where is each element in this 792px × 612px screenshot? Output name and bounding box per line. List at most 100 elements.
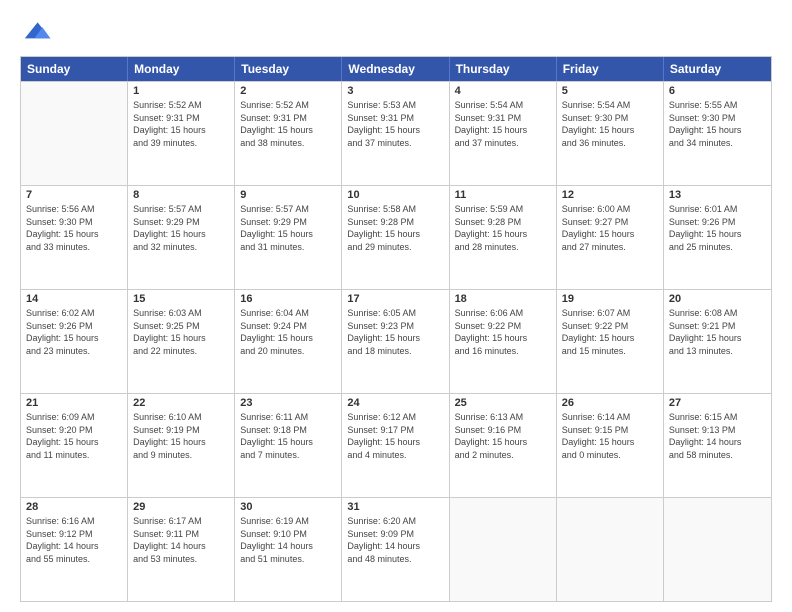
calendar-cell: 13Sunrise: 6:01 AM Sunset: 9:26 PM Dayli…: [664, 186, 771, 289]
calendar-week: 14 Sunrise: 6:02 AM Sunset: 9:26 PM Dayli…: [21, 289, 771, 393]
day-number: 2: [240, 85, 336, 97]
day-info: Sunrise: 6:02 AM Sunset: 9:26 PM Dayligh…: [26, 307, 122, 357]
day-info: Sunrise: 6:16 AM Sunset: 9:12 PM Dayligh…: [26, 515, 122, 565]
day-info: Sunrise: 6:04 AM Sunset: 9:24 PM Dayligh…: [240, 307, 336, 357]
day-number: 18: [455, 293, 551, 305]
day-info: Sunrise: 6:12 AM Sunset: 9:17 PM Dayligh…: [347, 411, 443, 461]
day-number: 25: [455, 397, 551, 409]
day-number: 15: [133, 293, 229, 305]
day-number: 29: [133, 501, 229, 513]
calendar-cell: 15Sunrise: 6:03 AM Sunset: 9:25 PM Dayli…: [128, 290, 235, 393]
calendar-cell: 19Sunrise: 6:07 AM Sunset: 9:22 PM Dayli…: [557, 290, 664, 393]
day-number: 27: [669, 397, 766, 409]
day-number: 11: [455, 189, 551, 201]
calendar-cell: [557, 498, 664, 601]
day-info: Sunrise: 6:00 AM Sunset: 9:27 PM Dayligh…: [562, 203, 658, 253]
day-info: Sunrise: 6:09 AM Sunset: 9:20 PM Dayligh…: [26, 411, 122, 461]
day-info: Sunrise: 6:06 AM Sunset: 9:22 PM Dayligh…: [455, 307, 551, 357]
day-info: Sunrise: 6:01 AM Sunset: 9:26 PM Dayligh…: [669, 203, 766, 253]
calendar-header-cell: Wednesday: [342, 57, 449, 81]
calendar-cell: 21 Sunrise: 6:09 AM Sunset: 9:20 PM Dayli…: [21, 394, 128, 497]
day-info: Sunrise: 6:05 AM Sunset: 9:23 PM Dayligh…: [347, 307, 443, 357]
calendar: SundayMondayTuesdayWednesdayThursdayFrid…: [20, 56, 772, 602]
day-number: 22: [133, 397, 229, 409]
day-number: 28: [26, 501, 122, 513]
day-info: Sunrise: 6:11 AM Sunset: 9:18 PM Dayligh…: [240, 411, 336, 461]
calendar-cell: 6 Sunrise: 5:55 AM Sunset: 9:30 PM Daylig…: [664, 82, 771, 185]
calendar-cell: 25 Sunrise: 6:13 AM Sunset: 9:16 PM Dayli…: [450, 394, 557, 497]
day-info: Sunrise: 6:13 AM Sunset: 9:16 PM Dayligh…: [455, 411, 551, 461]
calendar-cell: 14 Sunrise: 6:02 AM Sunset: 9:26 PM Dayli…: [21, 290, 128, 393]
calendar-cell: 28 Sunrise: 6:16 AM Sunset: 9:12 PM Dayli…: [21, 498, 128, 601]
day-info: Sunrise: 6:19 AM Sunset: 9:10 PM Dayligh…: [240, 515, 336, 565]
calendar-header-cell: Saturday: [664, 57, 771, 81]
day-info: Sunrise: 6:14 AM Sunset: 9:15 PM Dayligh…: [562, 411, 658, 461]
day-number: 3: [347, 85, 443, 97]
day-info: Sunrise: 5:54 AM Sunset: 9:31 PM Dayligh…: [455, 99, 551, 149]
day-number: 20: [669, 293, 766, 305]
calendar-cell: 31Sunrise: 6:20 AM Sunset: 9:09 PM Dayli…: [342, 498, 449, 601]
calendar-header-cell: Sunday: [21, 57, 128, 81]
day-info: Sunrise: 5:58 AM Sunset: 9:28 PM Dayligh…: [347, 203, 443, 253]
day-number: 12: [562, 189, 658, 201]
calendar-cell: [450, 498, 557, 601]
calendar-cell: 18 Sunrise: 6:06 AM Sunset: 9:22 PM Dayli…: [450, 290, 557, 393]
day-number: 6: [669, 85, 766, 97]
calendar-cell: 16 Sunrise: 6:04 AM Sunset: 9:24 PM Dayli…: [235, 290, 342, 393]
logo: [20, 16, 56, 48]
calendar-cell: [21, 82, 128, 185]
day-info: Sunrise: 5:56 AM Sunset: 9:30 PM Dayligh…: [26, 203, 122, 253]
calendar-header-cell: Monday: [128, 57, 235, 81]
day-number: 21: [26, 397, 122, 409]
calendar-cell: 12 Sunrise: 6:00 AM Sunset: 9:27 PM Dayli…: [557, 186, 664, 289]
calendar-cell: 26 Sunrise: 6:14 AM Sunset: 9:15 PM Dayli…: [557, 394, 664, 497]
day-number: 14: [26, 293, 122, 305]
calendar-cell: 7 Sunrise: 5:56 AM Sunset: 9:30 PM Daylig…: [21, 186, 128, 289]
day-info: Sunrise: 5:59 AM Sunset: 9:28 PM Dayligh…: [455, 203, 551, 253]
calendar-week: 28 Sunrise: 6:16 AM Sunset: 9:12 PM Dayli…: [21, 497, 771, 601]
day-info: Sunrise: 6:15 AM Sunset: 9:13 PM Dayligh…: [669, 411, 766, 461]
day-info: Sunrise: 6:07 AM Sunset: 9:22 PM Dayligh…: [562, 307, 658, 357]
day-number: 16: [240, 293, 336, 305]
calendar-week: 21 Sunrise: 6:09 AM Sunset: 9:20 PM Dayli…: [21, 393, 771, 497]
calendar-cell: [664, 498, 771, 601]
day-info: Sunrise: 5:55 AM Sunset: 9:30 PM Dayligh…: [669, 99, 766, 149]
calendar-cell: 20 Sunrise: 6:08 AM Sunset: 9:21 PM Dayli…: [664, 290, 771, 393]
day-number: 5: [562, 85, 658, 97]
day-number: 1: [133, 85, 229, 97]
day-number: 24: [347, 397, 443, 409]
day-number: 31: [347, 501, 443, 513]
calendar-header-cell: Tuesday: [235, 57, 342, 81]
calendar-week: 7 Sunrise: 5:56 AM Sunset: 9:30 PM Daylig…: [21, 185, 771, 289]
calendar-cell: 3 Sunrise: 5:53 AM Sunset: 9:31 PM Daylig…: [342, 82, 449, 185]
calendar-cell: 22 Sunrise: 6:10 AM Sunset: 9:19 PM Dayli…: [128, 394, 235, 497]
calendar-cell: 4 Sunrise: 5:54 AM Sunset: 9:31 PM Daylig…: [450, 82, 557, 185]
calendar-cell: 27 Sunrise: 6:15 AM Sunset: 9:13 PM Dayli…: [664, 394, 771, 497]
calendar-header-row: SundayMondayTuesdayWednesdayThursdayFrid…: [21, 57, 771, 81]
day-info: Sunrise: 5:53 AM Sunset: 9:31 PM Dayligh…: [347, 99, 443, 149]
day-number: 4: [455, 85, 551, 97]
calendar-body: 1 Sunrise: 5:52 AM Sunset: 9:31 PM Daylig…: [21, 81, 771, 601]
calendar-cell: 8Sunrise: 5:57 AM Sunset: 9:29 PM Daylig…: [128, 186, 235, 289]
calendar-cell: 1 Sunrise: 5:52 AM Sunset: 9:31 PM Daylig…: [128, 82, 235, 185]
calendar-cell: 9 Sunrise: 5:57 AM Sunset: 9:29 PM Daylig…: [235, 186, 342, 289]
day-info: Sunrise: 6:10 AM Sunset: 9:19 PM Dayligh…: [133, 411, 229, 461]
day-info: Sunrise: 5:54 AM Sunset: 9:30 PM Dayligh…: [562, 99, 658, 149]
day-number: 26: [562, 397, 658, 409]
calendar-header-cell: Friday: [557, 57, 664, 81]
day-info: Sunrise: 6:08 AM Sunset: 9:21 PM Dayligh…: [669, 307, 766, 357]
day-number: 30: [240, 501, 336, 513]
day-info: Sunrise: 5:52 AM Sunset: 9:31 PM Dayligh…: [133, 99, 229, 149]
calendar-cell: 24 Sunrise: 6:12 AM Sunset: 9:17 PM Dayli…: [342, 394, 449, 497]
calendar-header-cell: Thursday: [450, 57, 557, 81]
day-number: 8: [133, 189, 229, 201]
day-info: Sunrise: 5:52 AM Sunset: 9:31 PM Dayligh…: [240, 99, 336, 149]
day-number: 7: [26, 189, 122, 201]
calendar-cell: 23Sunrise: 6:11 AM Sunset: 9:18 PM Dayli…: [235, 394, 342, 497]
logo-icon: [20, 16, 52, 48]
header: [20, 16, 772, 48]
day-number: 9: [240, 189, 336, 201]
day-info: Sunrise: 5:57 AM Sunset: 9:29 PM Dayligh…: [240, 203, 336, 253]
calendar-cell: 29Sunrise: 6:17 AM Sunset: 9:11 PM Dayli…: [128, 498, 235, 601]
calendar-cell: 2 Sunrise: 5:52 AM Sunset: 9:31 PM Daylig…: [235, 82, 342, 185]
